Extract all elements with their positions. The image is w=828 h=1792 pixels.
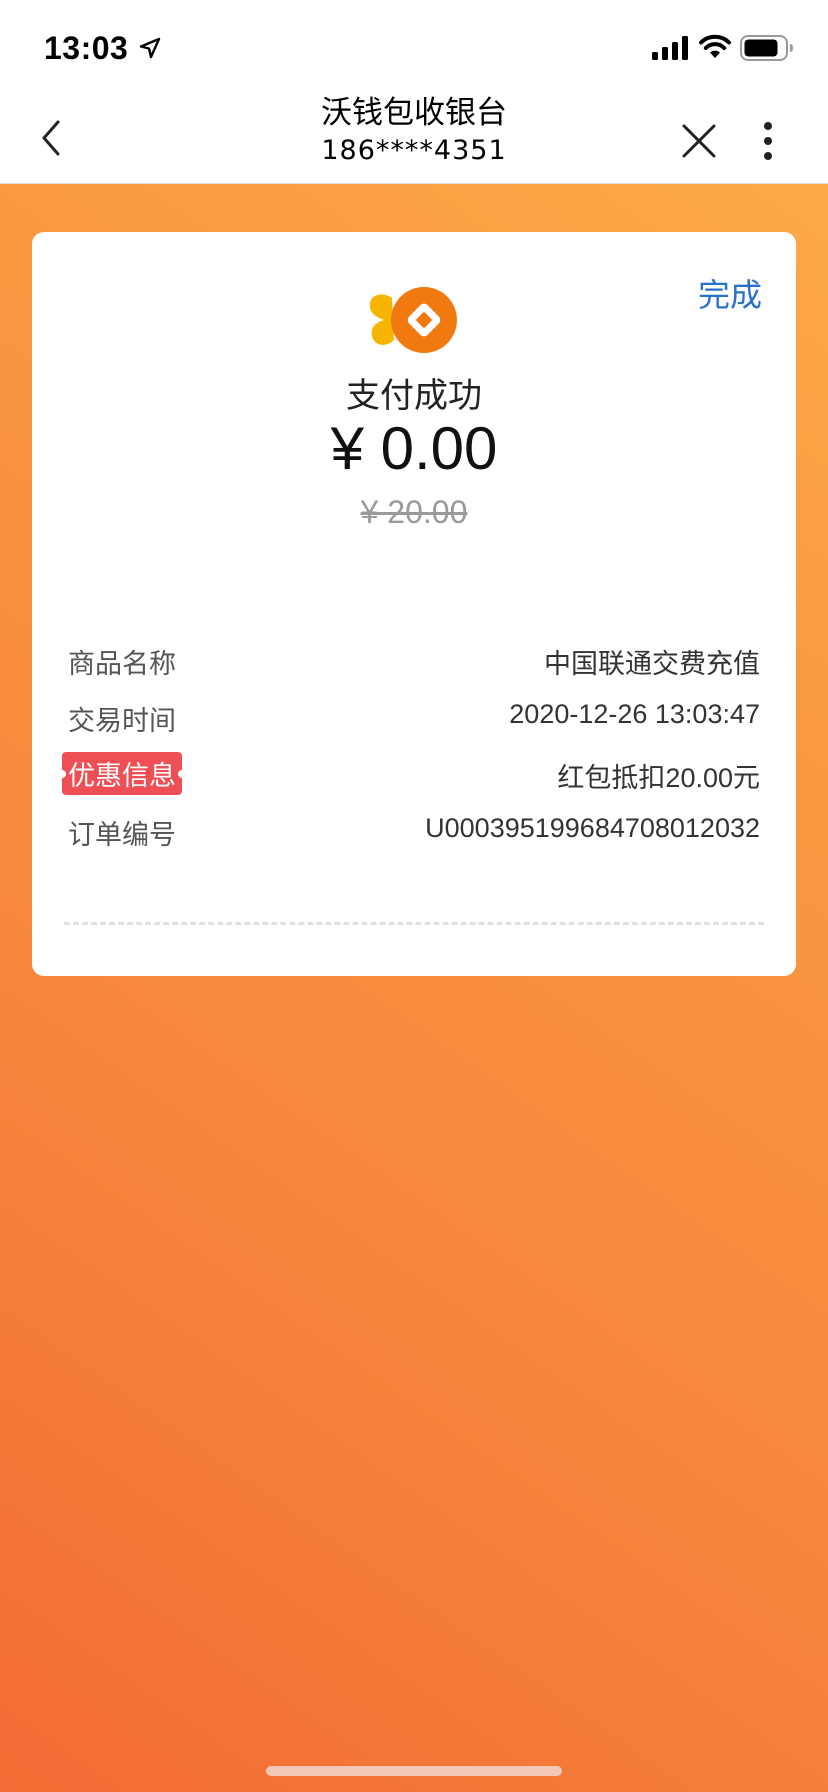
back-icon[interactable] (36, 118, 66, 158)
paid-amount: ¥ 0.00 (330, 415, 498, 482)
detail-row-time: 交易时间 2020-12-26 13:03:47 (68, 689, 760, 746)
detail-label: 商品名称 (68, 649, 176, 680)
order-details: 商品名称 中国联通交费充值 交易时间 2020-12-26 13:03:47 优… (58, 632, 760, 860)
wifi-icon (699, 34, 731, 58)
detail-value: U0003951996847080120​32 (425, 813, 760, 843)
detail-value: 红包抵扣20.00元 (557, 763, 760, 793)
original-amount: ¥ 20.00 (360, 494, 468, 530)
nav-subtitle: 186****4351 (321, 135, 507, 166)
detail-row-order-number: 订单编号 U0003951996847080120​32 (68, 803, 760, 860)
wallet-coin-logo (369, 287, 457, 353)
done-button[interactable]: 完成 (698, 270, 762, 316)
detail-row-product: 商品名称 中国联通交费充值 (68, 632, 760, 689)
status-time: 13:03 (44, 30, 129, 66)
detail-row-discount: 优惠信息 红包抵扣20.00元 (58, 746, 760, 803)
location-icon (139, 37, 161, 59)
more-icon[interactable] (760, 120, 776, 162)
detail-label: 交易时间 (68, 706, 176, 737)
detail-value: 2020-12-26 13:03:47 (509, 699, 760, 729)
dashed-divider (64, 922, 764, 925)
signal-icon (652, 36, 688, 60)
discount-badge: 优惠信息 (58, 752, 186, 795)
close-icon[interactable] (680, 122, 718, 160)
detail-value: 中国联通交费充值 (544, 649, 760, 679)
battery-icon (740, 35, 793, 61)
receipt-card: 完成 支付成功 ¥ 0.00 ¥ 20.00 商品名称 中国联通交费充值 交易时… (32, 232, 796, 976)
detail-label: 订单编号 (68, 820, 176, 851)
payment-success-screen: 13:03 沃钱包收银台 186****4351 完成 支付成功 ¥ 0.00 … (0, 0, 828, 1792)
payment-status: 支付成功 (346, 376, 482, 416)
top-bar: 13:03 沃钱包收银台 186****4351 (0, 0, 828, 184)
nav-title: 沃钱包收银台 (321, 95, 507, 131)
home-indicator[interactable] (266, 1766, 562, 1776)
